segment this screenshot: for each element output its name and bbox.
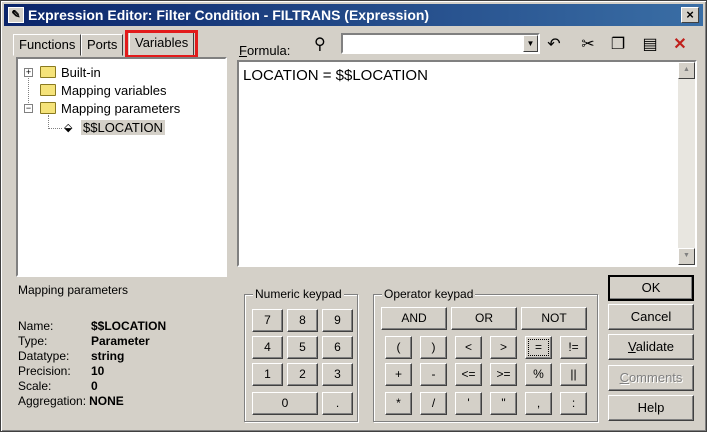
key-less-equal[interactable]: <= xyxy=(455,363,482,386)
key-equals[interactable]: = xyxy=(525,336,552,359)
cancel-button[interactable]: Cancel xyxy=(608,304,694,330)
key-8[interactable]: 8 xyxy=(287,309,318,332)
folder-icon xyxy=(40,84,56,96)
find-combo[interactable]: ▼ xyxy=(341,33,540,54)
window-title: Expression Editor: Filter Condition - FI… xyxy=(28,7,430,23)
comments-button[interactable]: Comments xyxy=(608,365,694,391)
app-icon: ✎ xyxy=(8,7,24,23)
tree-item-mapping-variables[interactable]: Mapping variables xyxy=(22,82,222,100)
variables-tree[interactable]: + Built-in Mapping variables − Mapping p… xyxy=(16,57,227,277)
detail-type: Type: Parameter xyxy=(18,334,150,348)
numeric-keypad-title: Numeric keypad xyxy=(253,287,344,301)
validate-button[interactable]: Validate xyxy=(608,334,694,360)
chevron-down-icon[interactable]: ▼ xyxy=(523,35,538,52)
detail-name: Name: $$LOCATION xyxy=(18,319,166,333)
numeric-keypad: Numeric keypad 7 8 9 4 5 6 1 2 3 0 . xyxy=(244,287,358,422)
key-divide[interactable]: / xyxy=(420,392,447,415)
key-3[interactable]: 3 xyxy=(322,363,353,386)
key-greater-than[interactable]: > xyxy=(490,336,517,359)
tree-item-label: Mapping variables xyxy=(61,83,167,98)
key-or[interactable]: OR xyxy=(451,307,517,330)
parameter-icon: ⬙ xyxy=(64,122,73,134)
help-button[interactable]: Help xyxy=(608,395,694,421)
key-close-paren[interactable]: ) xyxy=(420,336,447,359)
detail-key: Datatype: xyxy=(18,349,70,363)
key-colon[interactable]: : xyxy=(560,392,587,415)
tab-ports[interactable]: Ports xyxy=(81,34,124,56)
detail-value: Parameter xyxy=(91,334,150,348)
variables-tab-highlight xyxy=(125,30,198,58)
key-concat[interactable]: || xyxy=(560,363,587,386)
key-percent[interactable]: % xyxy=(525,363,552,386)
details-heading: Mapping parameters xyxy=(18,283,129,297)
key-less-than[interactable]: < xyxy=(455,336,482,359)
operator-keypad: Operator keypad AND OR NOT ( ) < > = != … xyxy=(373,287,598,422)
key-not[interactable]: NOT xyxy=(521,307,587,330)
detail-value: $$LOCATION xyxy=(91,319,167,333)
key-1[interactable]: 1 xyxy=(252,363,283,386)
expand-icon[interactable]: + xyxy=(24,68,33,77)
detail-key: Aggregation: xyxy=(18,394,87,408)
detail-value: 0 xyxy=(91,379,98,393)
key-2[interactable]: 2 xyxy=(287,363,318,386)
key-plus[interactable]: + xyxy=(385,363,412,386)
title-bar[interactable]: ✎ Expression Editor: Filter Condition - … xyxy=(4,4,703,26)
tree-item-mapping-parameters[interactable]: − Mapping parameters xyxy=(22,100,222,118)
key-decimal[interactable]: . xyxy=(322,392,353,415)
key-multiply[interactable]: * xyxy=(385,392,412,415)
cut-icon[interactable]: ✂ xyxy=(578,34,598,54)
tree-item-built-in[interactable]: + Built-in xyxy=(22,64,222,82)
detail-aggregation: Aggregation: NONE xyxy=(18,394,124,408)
key-double-quote[interactable]: " xyxy=(490,392,517,415)
tree-item-label: Built-in xyxy=(61,65,101,80)
detail-value: 10 xyxy=(91,364,105,378)
detail-key: Type: xyxy=(18,334,48,348)
detail-key: Scale: xyxy=(18,379,52,393)
expression-editor-dialog: ✎ Expression Editor: Filter Condition - … xyxy=(0,0,707,432)
detail-scale: Scale: 0 xyxy=(18,379,98,393)
tree-item-label: Mapping parameters xyxy=(61,101,181,116)
formula-editor[interactable]: LOCATION = $$LOCATION ▲ ▼ xyxy=(237,60,697,267)
key-4[interactable]: 4 xyxy=(252,336,283,359)
tree-item-location-parameter[interactable]: ⬙ $$LOCATION xyxy=(22,119,222,137)
scroll-up-icon[interactable]: ▲ xyxy=(678,62,695,79)
key-0[interactable]: 0 xyxy=(252,392,318,415)
key-greater-equal[interactable]: >= xyxy=(490,363,517,386)
binoculars-icon[interactable]: ⚲ xyxy=(314,34,326,54)
key-5[interactable]: 5 xyxy=(287,336,318,359)
key-7[interactable]: 7 xyxy=(252,309,283,332)
key-comma[interactable]: , xyxy=(525,392,552,415)
tab-functions[interactable]: Functions xyxy=(13,34,82,56)
key-9[interactable]: 9 xyxy=(322,309,353,332)
detail-value: string xyxy=(91,349,125,363)
collapse-icon[interactable]: − xyxy=(24,104,33,113)
key-minus[interactable]: - xyxy=(420,363,447,386)
scroll-down-icon[interactable]: ▼ xyxy=(678,248,695,265)
key-single-quote[interactable]: ' xyxy=(455,392,482,415)
paste-icon[interactable]: ▤ xyxy=(640,34,660,54)
detail-key: Name: xyxy=(18,319,54,333)
tree-item-label: $$LOCATION xyxy=(81,120,165,135)
detail-precision: Precision: 10 xyxy=(18,364,104,378)
open-folder-icon xyxy=(40,102,56,114)
detail-datatype: Datatype: string xyxy=(18,349,124,363)
close-button[interactable]: × xyxy=(681,7,699,23)
operator-keypad-title: Operator keypad xyxy=(382,287,476,301)
formula-text[interactable]: LOCATION = $$LOCATION xyxy=(243,67,428,84)
key-not-equals[interactable]: != xyxy=(560,336,587,359)
delete-icon[interactable]: ✕ xyxy=(670,34,690,54)
undo-icon[interactable]: ↶ xyxy=(544,34,564,54)
ok-button[interactable]: OK xyxy=(608,275,694,301)
key-and[interactable]: AND xyxy=(381,307,447,330)
copy-icon[interactable]: ❐ xyxy=(608,34,628,54)
detail-value: NONE xyxy=(89,394,124,408)
folder-icon xyxy=(40,66,56,78)
detail-key: Precision: xyxy=(18,364,71,378)
key-open-paren[interactable]: ( xyxy=(385,336,412,359)
editor-scrollbar[interactable]: ▲ ▼ xyxy=(678,62,695,265)
key-6[interactable]: 6 xyxy=(322,336,353,359)
formula-label: Formula: xyxy=(239,43,291,58)
